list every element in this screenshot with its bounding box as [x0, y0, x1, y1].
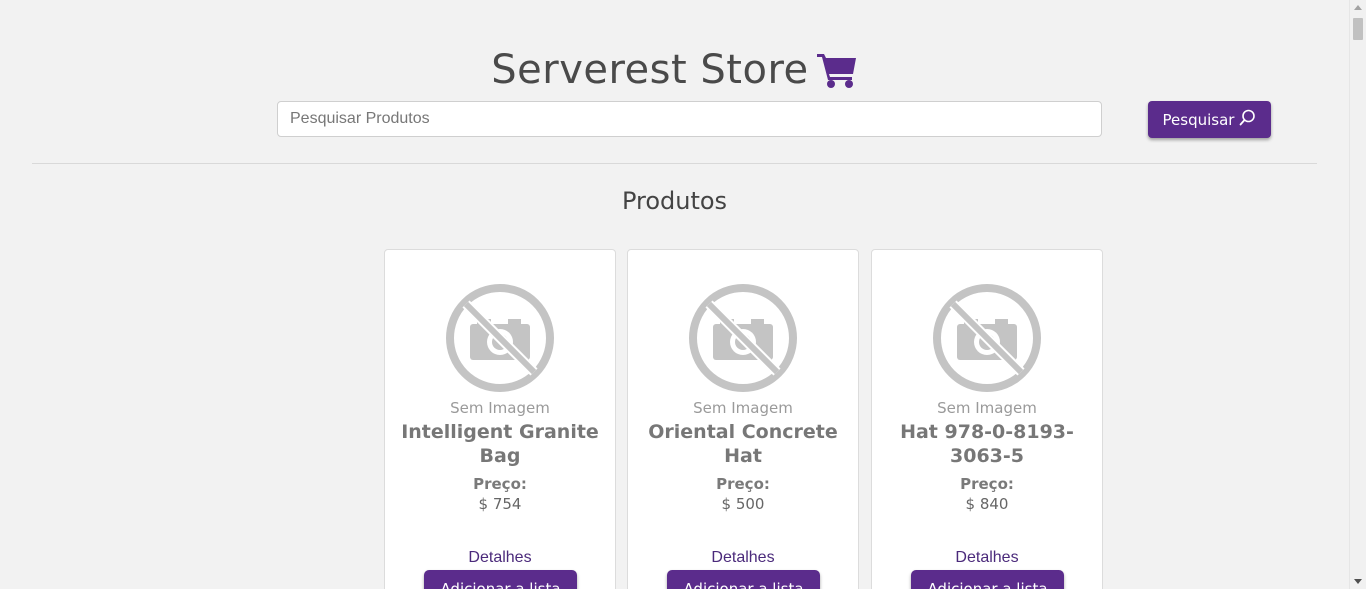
section-title: Produtos [621, 187, 728, 215]
add-to-list-button[interactable]: Adicionar a lista [911, 570, 1064, 589]
no-image-label: Sem Imagem [693, 399, 793, 417]
no-image-icon [931, 282, 1043, 394]
search-button[interactable]: Pesquisar [1148, 101, 1271, 138]
page: Serverest Store Pesquisar Produtos Pesqu… [0, 0, 1349, 589]
product-name: Intelligent Granite Bag [401, 421, 599, 467]
search-button-label: Pesquisar [1162, 110, 1235, 129]
scrollbar-thumb[interactable] [1353, 18, 1363, 40]
vertical-scrollbar[interactable] [1349, 0, 1366, 589]
details-link[interactable]: Detalhes [628, 548, 858, 568]
search-input[interactable] [277, 101, 1102, 137]
price-value: $ 500 [721, 495, 765, 513]
details-link[interactable]: Detalhes [385, 548, 615, 568]
header: Serverest Store [0, 44, 1349, 96]
header-divider [32, 163, 1317, 164]
add-to-list-button[interactable]: Adicionar a lista [667, 570, 820, 589]
product-card: Sem Imagem Hat 978-0-8193-3063-5 Preço: … [871, 249, 1103, 589]
shopping-cart-icon [816, 51, 858, 89]
no-image-label: Sem Imagem [937, 399, 1037, 417]
store-title: Serverest Store [491, 47, 809, 93]
product-card: Sem Imagem Intelligent Granite Bag Preço… [384, 249, 616, 589]
price-label: Preço: [716, 475, 770, 493]
scroll-up-arrow-icon[interactable] [1354, 5, 1362, 10]
product-card: Sem Imagem Oriental Concrete Hat Preço: … [627, 249, 859, 589]
scroll-down-arrow-icon[interactable] [1354, 579, 1362, 584]
product-name: Oriental Concrete Hat [648, 421, 838, 467]
price-value: $ 754 [478, 495, 522, 513]
search-icon [1239, 109, 1256, 130]
details-link[interactable]: Detalhes [872, 548, 1102, 568]
price-label: Preço: [473, 475, 527, 493]
no-image-icon [687, 282, 799, 394]
price-label: Preço: [960, 475, 1014, 493]
price-value: $ 840 [965, 495, 1009, 513]
product-name: Hat 978-0-8193-3063-5 [900, 421, 1074, 467]
no-image-icon [444, 282, 556, 394]
add-to-list-button[interactable]: Adicionar a lista [424, 570, 577, 589]
no-image-label: Sem Imagem [450, 399, 550, 417]
